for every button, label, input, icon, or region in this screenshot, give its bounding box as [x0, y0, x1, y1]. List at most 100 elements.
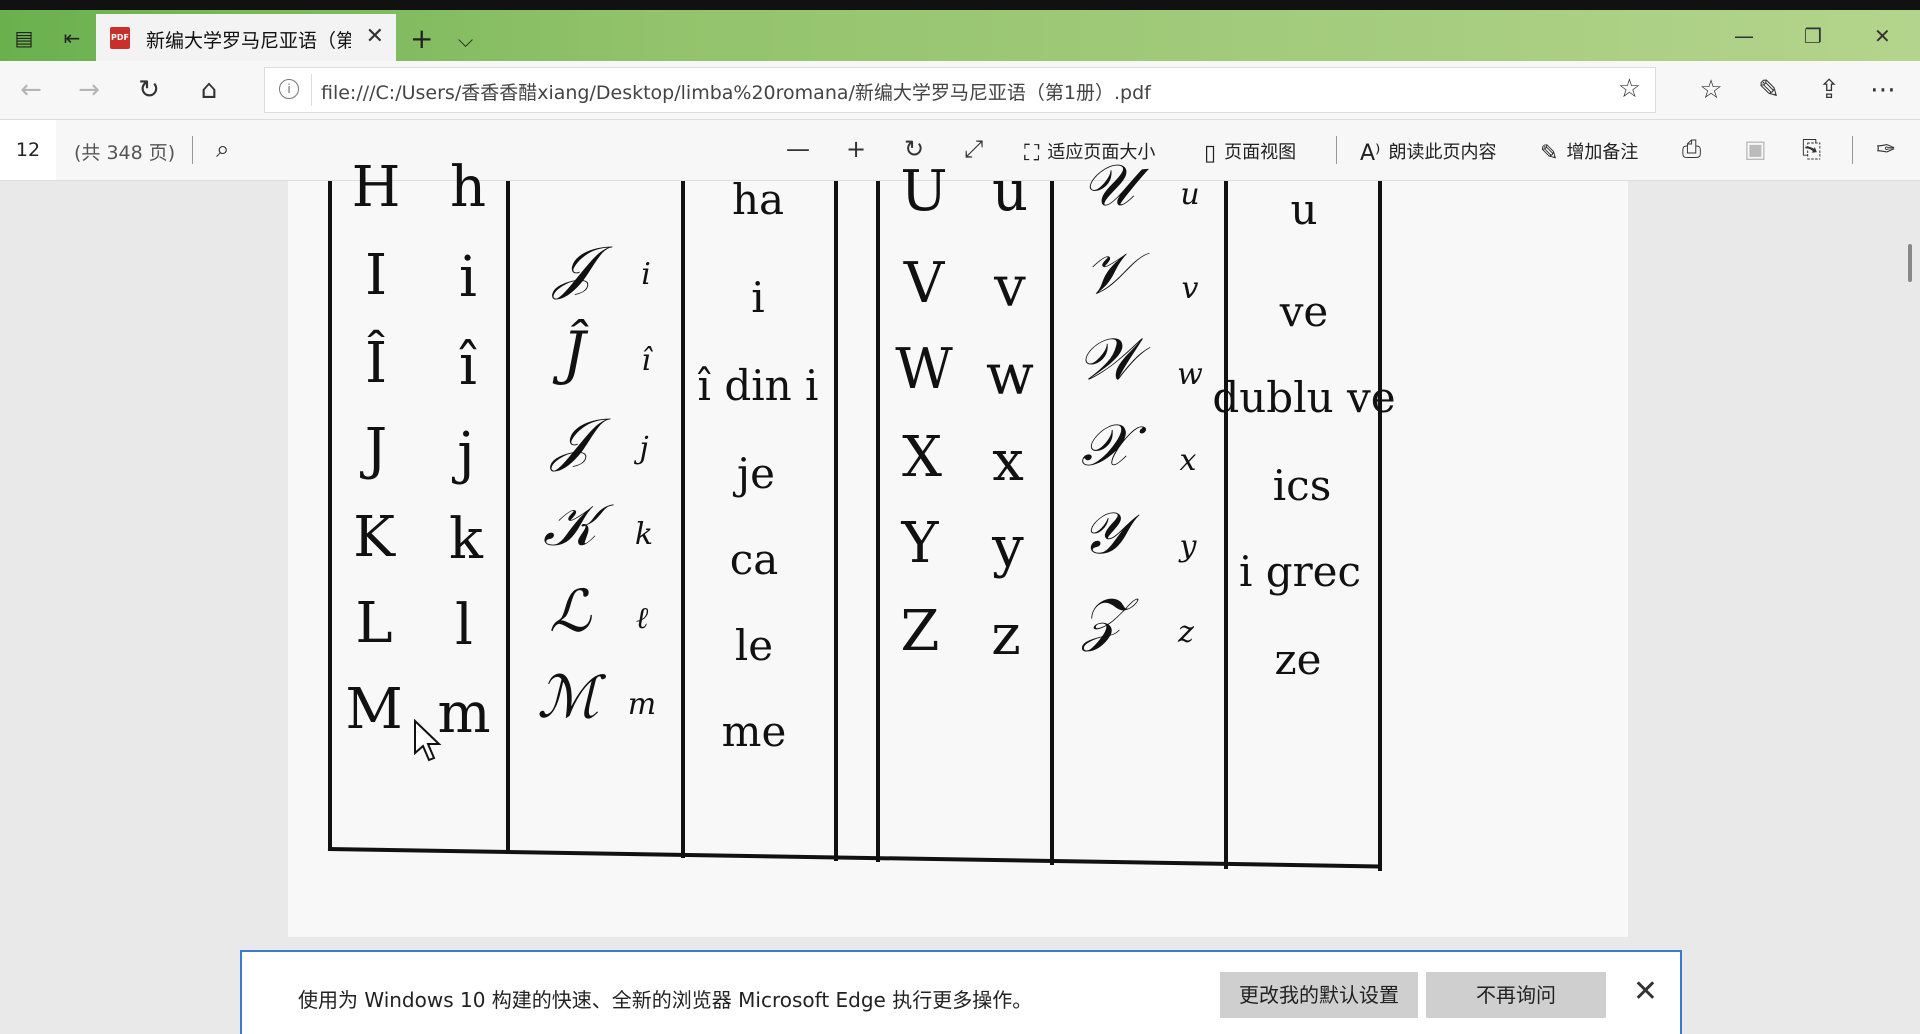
letter-lower: k: [449, 507, 483, 572]
letter-name: ha: [731, 175, 785, 224]
letter-name: dublu ve: [1212, 373, 1396, 422]
letter-upper: I: [364, 243, 388, 308]
favorites-hub-icon[interactable]: ☆: [1694, 73, 1728, 107]
letter-upper: J: [364, 417, 388, 482]
letter-name: ca: [729, 535, 779, 584]
table-border: [1378, 181, 1382, 871]
page-view-button[interactable]: ▯ 页面视图: [1204, 138, 1296, 166]
toolbar-divider: [1336, 136, 1337, 164]
close-window-button[interactable]: ✕: [1874, 24, 1891, 48]
refresh-button[interactable]: ↻: [132, 73, 166, 107]
letter-name: je: [737, 449, 775, 498]
tab-list-chevron-icon[interactable]: ⌵: [458, 28, 473, 52]
page-view-icon: ▯: [1204, 140, 1217, 166]
letter-script-lower: y: [1179, 529, 1197, 564]
letter-lower: z: [991, 603, 1021, 668]
table-divider: [834, 181, 838, 861]
table-border: [328, 181, 332, 851]
letter-script-upper: 𝒱: [1083, 239, 1133, 307]
address-bar[interactable]: i file:///C:/Users/香香香醋xiang/Desktop/lim…: [264, 67, 1656, 113]
letter-name: u: [1290, 185, 1318, 234]
table-divider: [681, 181, 685, 858]
back-button[interactable]: ←: [14, 73, 48, 107]
letter-script-lower: z: [1178, 615, 1194, 650]
letter-script-upper: 𝒲: [1077, 325, 1139, 393]
pdf-page: H h ha I i 𝒥 i i Î î Ĵ î î din i J j 𝒥 j…: [288, 151, 1628, 937]
page-number-input[interactable]: 12: [0, 120, 56, 180]
tabs-icon[interactable]: ▤: [10, 26, 38, 50]
zoom-out-icon[interactable]: —: [786, 134, 810, 164]
change-default-button[interactable]: 更改我的默认设置: [1220, 972, 1418, 1018]
letter-name: ics: [1272, 461, 1332, 510]
zoom-in-icon[interactable]: +: [846, 134, 866, 164]
site-info-icon[interactable]: i: [279, 79, 299, 99]
fullscreen-icon[interactable]: ⤢: [964, 134, 983, 164]
search-icon[interactable]: ⌕: [216, 134, 229, 164]
letter-upper: L: [355, 591, 393, 656]
read-aloud-label: 朗读此页内容: [1388, 142, 1497, 163]
letter-name: ze: [1274, 635, 1322, 684]
letter-script-upper: 𝒵: [1081, 585, 1127, 653]
letter-upper: M: [345, 677, 403, 742]
home-button[interactable]: ⌂: [192, 73, 226, 107]
browser-tab-active[interactable]: PDF 新编大学罗马尼亚语（第 ✕: [96, 14, 396, 61]
address-divider: [311, 74, 312, 106]
letter-script-upper: 𝒦: [543, 491, 597, 559]
read-aloud-button[interactable]: A⁾ 朗读此页内容: [1360, 138, 1497, 166]
letter-name: me: [721, 707, 787, 756]
add-notes-button[interactable]: ✎ 增加备注: [1540, 138, 1638, 166]
letter-upper: X: [902, 425, 942, 490]
letter-lower: h: [449, 155, 487, 220]
letter-upper: H: [351, 155, 401, 220]
forward-button[interactable]: →: [72, 73, 106, 107]
restore-button[interactable]: ❐: [1804, 24, 1822, 48]
new-tab-button[interactable]: +: [410, 25, 433, 53]
letter-script-upper: Ĵ: [562, 319, 586, 387]
pdf-viewport[interactable]: H h ha I i 𝒥 i i Î î Ĵ î î din i J j 𝒥 j…: [0, 151, 1920, 951]
more-menu-icon[interactable]: ⋯: [1866, 73, 1900, 107]
print-icon[interactable]: ⎙: [1682, 134, 1701, 164]
letter-script-upper: 𝒳: [1081, 411, 1131, 479]
web-notes-icon[interactable]: ✎: [1752, 73, 1786, 107]
letter-lower: m: [437, 681, 491, 746]
letter-script-lower: î: [641, 343, 651, 378]
letter-upper: W: [895, 337, 953, 402]
letter-script-lower: j: [639, 431, 649, 466]
page-count: (共 348 页): [74, 142, 176, 164]
letter-lower: i: [459, 245, 477, 310]
letter-lower: x: [992, 429, 1024, 494]
letter-script-lower: i: [641, 257, 651, 292]
letter-lower: v: [994, 255, 1026, 320]
letter-lower: u: [991, 159, 1029, 224]
title-strip: [0, 0, 1920, 10]
vertical-scrollbar[interactable]: [1908, 244, 1912, 282]
favorite-star-icon[interactable]: ☆: [1618, 74, 1641, 104]
navigation-bar: ← → ↻ ⌂ i file:///C:/Users/香香香醋xiang/Des…: [0, 61, 1920, 120]
minimize-button[interactable]: —: [1734, 24, 1754, 48]
table-bottom-border: [327, 847, 1380, 869]
share-icon[interactable]: ⇪: [1812, 73, 1846, 107]
mouse-cursor-icon: [414, 718, 442, 762]
letter-name: le: [734, 621, 774, 670]
pin-toolbar-icon[interactable]: ✑: [1876, 134, 1896, 164]
dont-ask-again-button[interactable]: 不再询问: [1426, 972, 1606, 1018]
letter-script-upper: 𝒥: [553, 233, 595, 301]
letter-lower: î: [459, 333, 477, 398]
alphabet-table: H h ha I i 𝒥 i i Î î Ĵ î î din i J j 𝒥 j…: [327, 151, 1606, 871]
letter-script-lower: w: [1177, 357, 1203, 392]
pdf-toolbar: 12 (共 348 页) ⌕ — + ↻ ⤢ ⛶ 适应页面大小 ▯ 页面视图 A⁾ 朗…: [0, 120, 1920, 181]
letter-lower: l: [455, 593, 473, 658]
table-divider: [876, 181, 880, 862]
save-icon: ▣: [1744, 135, 1767, 163]
toolbar-divider: [192, 136, 193, 164]
letter-script-lower: x: [1179, 443, 1197, 478]
save-as-icon[interactable]: ⎘: [1802, 134, 1821, 164]
banner-close-icon[interactable]: ✕: [1633, 974, 1658, 1009]
url-text[interactable]: file:///C:/Users/香香香醋xiang/Desktop/limba…: [321, 78, 1151, 105]
default-browser-banner: 使用为 Windows 10 构建的快速、全新的浏览器 Microsoft Ed…: [240, 950, 1682, 1034]
letter-name: i grec: [1238, 547, 1362, 596]
set-aside-tabs-icon[interactable]: ⇤: [58, 26, 86, 50]
banner-message: 使用为 Windows 10 构建的快速、全新的浏览器 Microsoft Ed…: [298, 988, 1033, 1012]
toolbar-divider: [1852, 136, 1853, 164]
tab-close-icon[interactable]: ✕: [366, 24, 384, 49]
